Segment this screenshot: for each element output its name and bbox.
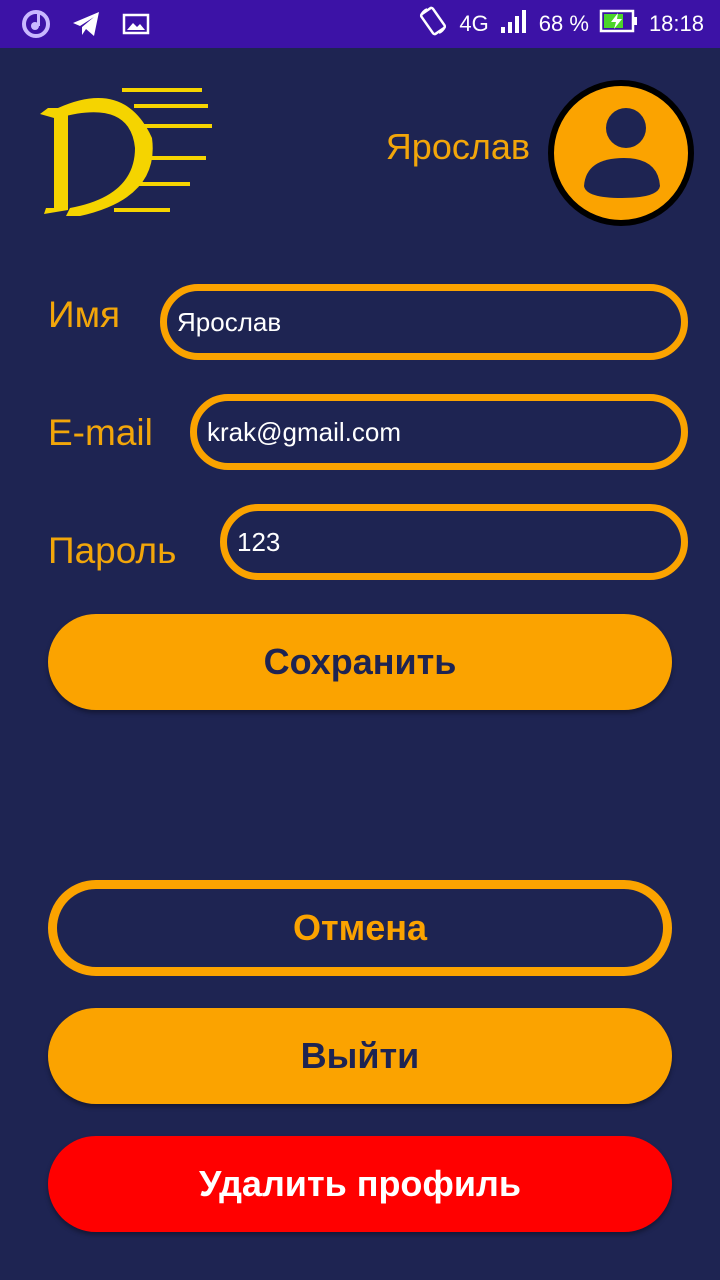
user-icon xyxy=(584,108,660,198)
password-field-frame xyxy=(220,504,688,580)
name-field-frame xyxy=(160,284,688,360)
battery-icon xyxy=(599,8,639,40)
signal-icon xyxy=(499,7,529,41)
email-label: E-mail xyxy=(48,412,153,453)
logout-button[interactable]: Выйти xyxy=(48,1008,672,1104)
image-icon xyxy=(120,8,152,40)
header-username: Ярослав xyxy=(385,126,530,167)
password-input[interactable] xyxy=(237,511,667,573)
clock: 18:18 xyxy=(648,11,704,36)
status-bar: 4G 68 % 18:18 xyxy=(0,0,720,48)
music-app-icon xyxy=(20,8,52,40)
network-type: 4G xyxy=(459,11,489,36)
rotate-icon xyxy=(417,5,449,43)
cancel-button[interactable]: Отмена xyxy=(48,880,672,976)
email-field-frame xyxy=(190,394,688,470)
name-label: Имя xyxy=(48,294,121,335)
email-input[interactable] xyxy=(207,401,667,463)
delete-profile-button[interactable]: Удалить профиль xyxy=(48,1136,672,1232)
name-input[interactable] xyxy=(177,291,667,353)
password-label: Пароль xyxy=(48,530,177,571)
save-button[interactable]: Сохранить xyxy=(48,614,672,710)
telegram-icon xyxy=(70,8,102,40)
app-logo xyxy=(30,78,216,224)
battery-percent: 68 % xyxy=(538,11,589,36)
avatar[interactable] xyxy=(548,80,694,226)
